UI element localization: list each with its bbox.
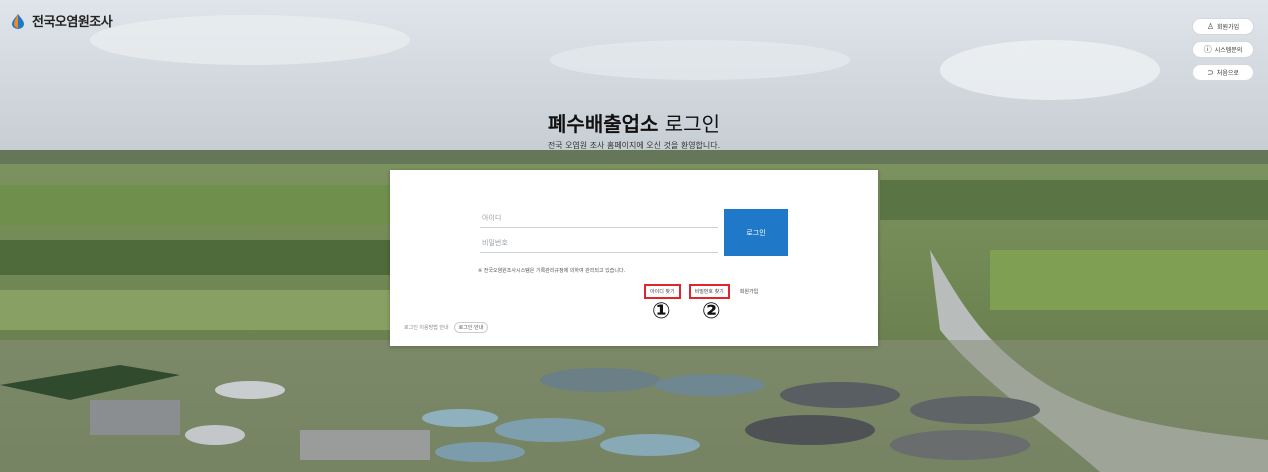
brand-name: 전국오염원조사	[32, 15, 113, 30]
signup-side-label: 회원가입	[1217, 24, 1240, 31]
login-help-text: 로그인 이용방법 안내	[404, 325, 449, 331]
login-card: 로그인 ※ 전국오염원조사시스템은 기록관리규정에 의하여 관리되고 있습니다.…	[390, 170, 878, 346]
find-password-link[interactable]: 비밀번호 찾기	[688, 284, 730, 299]
brand-logo[interactable]: 전국오염원조사	[10, 11, 113, 30]
login-help-button[interactable]: 로그인 안내	[453, 322, 489, 333]
side-button-group: ♙ 회원가입 ⓘ 시스템문의 ⊃ 처음으로	[1192, 18, 1254, 81]
drop-logo-icon	[12, 13, 24, 29]
login-button[interactable]: 로그인	[724, 209, 788, 256]
password-input[interactable]	[480, 233, 718, 253]
page-title: 폐수배출업소 로그인	[0, 108, 1268, 137]
home-return-button[interactable]: ⊃ 처음으로	[1192, 64, 1254, 81]
annotation-marker-2: ②	[702, 299, 721, 324]
annotation-marker-1: ①	[652, 299, 671, 324]
id-input[interactable]	[480, 208, 718, 228]
home-return-label: 처음으로	[1216, 70, 1239, 77]
account-links: 아이디 찾기 비밀번호 찾기 회원가입	[644, 284, 760, 299]
login-notice: ※ 전국오염원조사시스템은 기록관리규정에 의하여 관리되고 있습니다.	[478, 268, 626, 274]
system-inquiry-label: 시스템문의	[1214, 47, 1243, 54]
signup-side-button[interactable]: ♙ 회원가입	[1192, 18, 1254, 35]
system-inquiry-button[interactable]: ⓘ 시스템문의	[1192, 41, 1254, 58]
page-subtitle: 전국 오염원 조사 홈페이지에 오신 것을 환영합니다.	[547, 141, 721, 150]
login-help: 로그인 이용방법 안내 로그인 안내	[404, 322, 489, 333]
page-title-light: 로그인	[658, 112, 720, 136]
user-icon: ♙	[1206, 21, 1215, 31]
question-circle-icon: ⓘ	[1203, 44, 1212, 54]
find-id-link[interactable]: 아이디 찾기	[644, 284, 681, 299]
return-icon: ⊃	[1207, 67, 1214, 77]
signup-link[interactable]: 회원가입	[738, 286, 760, 297]
page-title-bold: 폐수배출업소	[548, 112, 659, 136]
